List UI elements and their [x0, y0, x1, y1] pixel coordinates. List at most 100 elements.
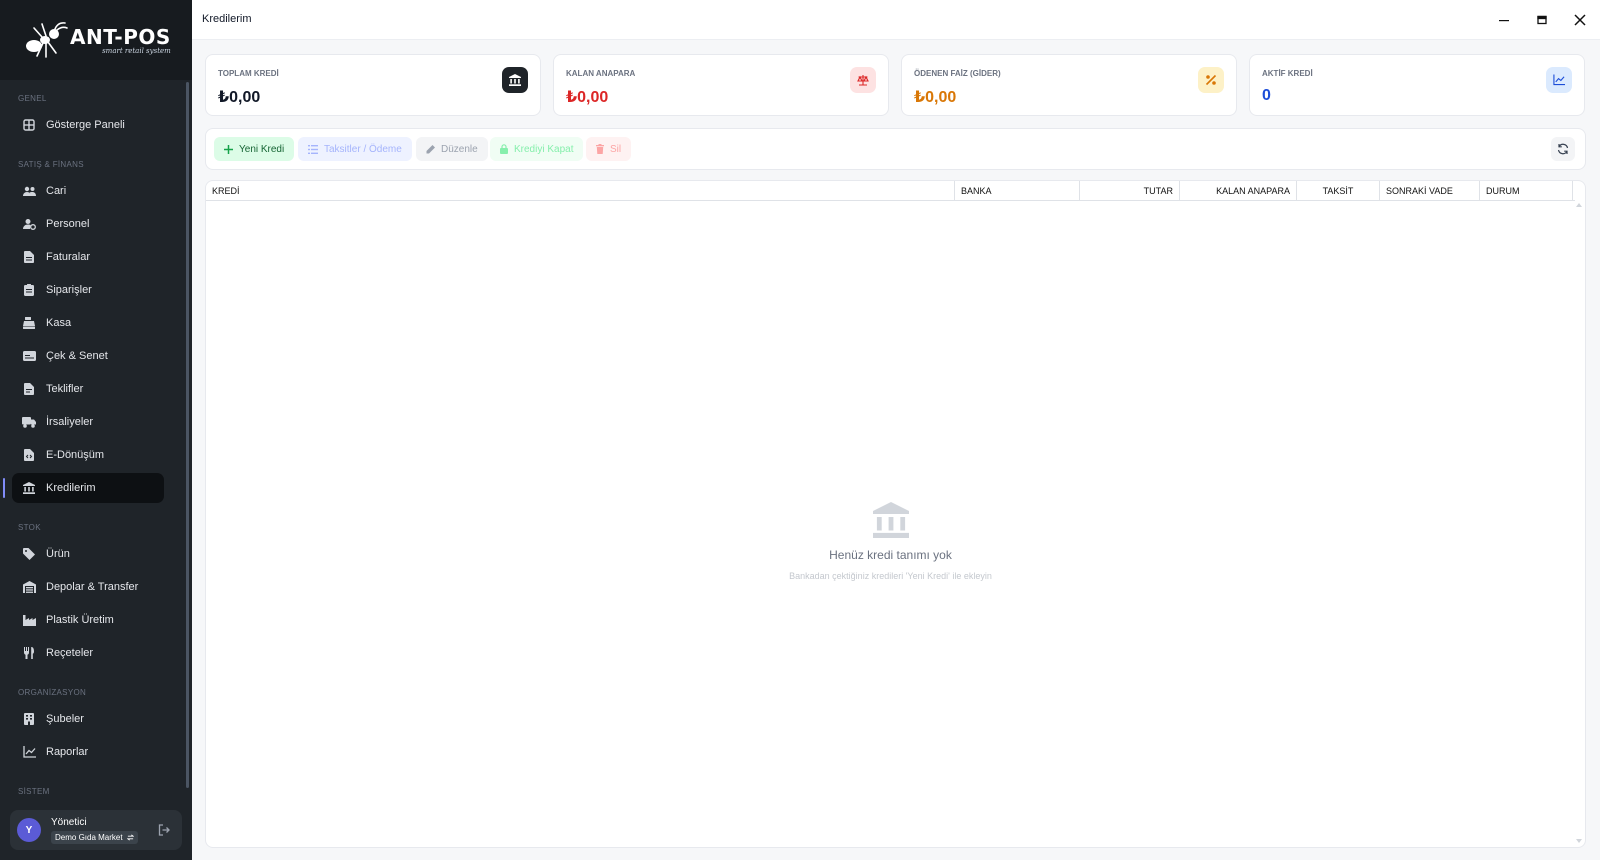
sidebar-item-kredilerim[interactable]: Kredilerim [12, 473, 164, 503]
sidebar-item-depolar-transfer[interactable]: Depolar & Transfer [12, 572, 164, 602]
bank-icon [502, 67, 528, 93]
stat-label: TOPLAM KREDİ [218, 69, 279, 78]
sidebar-nav: GENEL Gösterge Paneli SATIŞ & FİNANS Car… [0, 80, 184, 799]
window-titlebar: Kredilerim [192, 0, 1600, 40]
sidebar-item-e-donusum[interactable]: E-Dönüşüm [12, 440, 164, 470]
refresh-icon [1557, 143, 1569, 155]
users-icon [22, 184, 36, 198]
sidebar-item-label: Plastik Üretim [46, 614, 114, 626]
minimize-icon [1499, 20, 1509, 22]
empty-state: Henüz kredi tanımı yok Bankadan çektiğin… [206, 181, 1575, 847]
ant-logo-icon [26, 22, 68, 58]
brand: ANT-POS smart retail system [0, 0, 192, 80]
sidebar-item-siparisler[interactable]: Siparişler [12, 275, 164, 305]
stat-value: 0 [1262, 87, 1271, 104]
stat-value: ₺0,00 [566, 89, 609, 106]
button-label: Taksitler / Ödeme [324, 143, 402, 155]
section-label-stok: STOK [18, 523, 41, 532]
sidebar-item-kasa[interactable]: Kasa [12, 308, 164, 338]
plus-icon [224, 144, 233, 154]
tag-icon [22, 547, 36, 561]
utensils-icon [22, 646, 36, 660]
minimize-button[interactable] [1494, 10, 1514, 30]
window-title: Kredilerim [202, 13, 252, 25]
percent-icon [1198, 67, 1224, 93]
stat-card-kalan-anapara: KALAN ANAPARA ₺0,00 [553, 54, 889, 116]
brand-name: ANT-POS [70, 25, 171, 49]
active-nav-marker [3, 478, 5, 498]
user-name: Yönetici [51, 816, 87, 828]
sidebar-item-teklifler[interactable]: Teklifler [12, 374, 164, 404]
sidebar: ANT-POS smart retail system GENEL Göster… [0, 0, 192, 860]
sidebar-item-cari[interactable]: Cari [12, 176, 164, 206]
sidebar-item-label: Personel [46, 218, 90, 230]
sidebar-item-raporlar[interactable]: Raporlar [12, 737, 164, 767]
sidebar-item-label: Gösterge Paneli [46, 119, 125, 131]
sidebar-item-receteler[interactable]: Reçeteler [12, 638, 164, 668]
logout-icon[interactable] [158, 823, 170, 841]
sidebar-item-personel[interactable]: Personel [12, 209, 164, 239]
sidebar-item-urun[interactable]: Ürün [12, 539, 164, 569]
edit-button[interactable]: Düzenle [416, 137, 488, 161]
shop-name: Demo Gıda Market [55, 832, 123, 842]
sidebar-item-irsaliyeler[interactable]: İrsaliyeler [12, 407, 164, 437]
sidebar-item-label: Kasa [46, 317, 72, 329]
pencil-icon [426, 144, 435, 153]
close-credit-button[interactable]: Krediyi Kapat [490, 137, 584, 161]
sidebar-item-plastik-uretim[interactable]: Plastik Üretim [12, 605, 164, 635]
maximize-icon [1537, 15, 1547, 25]
stat-label: AKTİF KREDİ [1262, 69, 1313, 78]
sidebar-item-label: Kredilerim [46, 482, 96, 494]
sidebar-scrollbar[interactable] [186, 82, 189, 788]
file-invoice-icon [22, 250, 36, 264]
bank-icon [22, 481, 36, 495]
sidebar-item-label: Şubeler [46, 713, 84, 725]
sidebar-item-label: Çek & Senet [46, 350, 108, 362]
empty-state-title: Henüz kredi tanımı yok [829, 547, 952, 562]
sidebar-item-label: İrsaliyeler [46, 416, 94, 428]
sidebar-item-cek-senet[interactable]: Çek & Senet [12, 341, 164, 371]
sidebar-item-label: Faturalar [46, 251, 91, 263]
truck-icon [22, 415, 36, 429]
cash-register-icon [22, 316, 36, 330]
button-label: Sil [610, 143, 622, 155]
credits-table: KREDİ BANKA TUTAR KALAN ANAPARA TAKSİT S… [205, 180, 1586, 848]
shop-switch-badge[interactable]: Demo Gıda Market [51, 830, 138, 844]
sidebar-item-label: Cari [46, 185, 67, 197]
section-label-organizasyon: ORGANİZASYON [18, 688, 87, 697]
trash-icon [596, 144, 604, 154]
scroll-up-icon[interactable] [1576, 203, 1582, 207]
sidebar-item-subeler[interactable]: Şubeler [12, 704, 164, 734]
button-label: Krediyi Kapat [514, 143, 574, 155]
dashboard-grid-icon [22, 118, 36, 132]
brand-tagline: smart retail system [102, 47, 171, 55]
refresh-button[interactable] [1551, 137, 1575, 161]
stat-card-toplam-kredi: TOPLAM KREDİ ₺0,00 [205, 54, 541, 116]
scale-icon [850, 67, 876, 93]
section-label-genel: GENEL [18, 94, 47, 103]
sidebar-item-label: Siparişler [46, 284, 92, 296]
switch-arrows-icon [126, 834, 134, 840]
sidebar-item-label: Ürün [46, 548, 70, 560]
scroll-down-icon[interactable] [1576, 839, 1582, 843]
close-button[interactable] [1570, 10, 1590, 30]
stat-card-aktif-kredi: AKTİF KREDİ 0 [1249, 54, 1585, 116]
user-gear-icon [22, 217, 36, 231]
clipboard-list-icon [22, 283, 36, 297]
sidebar-item-faturalar[interactable]: Faturalar [12, 242, 164, 272]
sidebar-item-label: Reçeteler [46, 647, 94, 659]
sidebar-item-label: Raporlar [46, 746, 89, 758]
new-credit-button[interactable]: Yeni Kredi [214, 137, 295, 161]
delete-button[interactable]: Sil [586, 137, 632, 161]
section-label-sistem: SİSTEM [18, 787, 50, 796]
maximize-button[interactable] [1532, 10, 1552, 30]
warehouse-icon [22, 580, 36, 594]
sidebar-item-gosterge-paneli[interactable]: Gösterge Paneli [12, 110, 164, 140]
button-label: Düzenle [441, 143, 478, 155]
close-icon [1574, 14, 1586, 26]
installments-payment-button[interactable]: Taksitler / Ödeme [298, 137, 412, 161]
industry-icon [22, 613, 36, 627]
user-card[interactable]: Y Yönetici Demo Gıda Market [10, 810, 182, 850]
list-icon [308, 144, 318, 154]
chart-line-icon [22, 745, 36, 759]
